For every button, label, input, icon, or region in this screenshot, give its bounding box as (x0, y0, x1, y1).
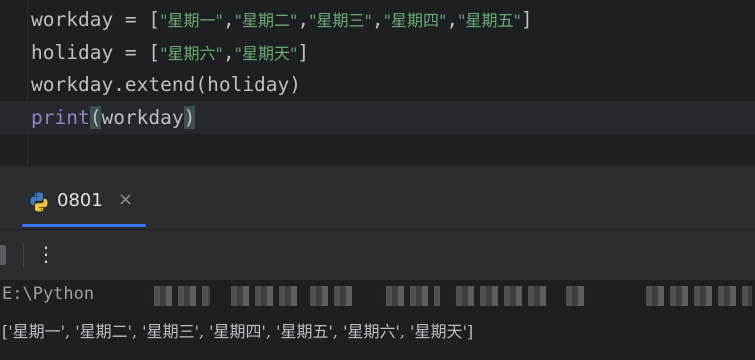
console-output-area[interactable]: E:\Python ['星期一', '星期二', '星期三', '星期四', '… (0, 280, 755, 360)
toolbar-separator (23, 243, 24, 267)
pixelated-region (225, 286, 297, 306)
code-editor[interactable]: workday = ["星期一","星期二","星期三","星期四","星期五"… (0, 0, 755, 166)
console-command-line-obscured: E:\Python (0, 282, 755, 308)
pixelated-region (640, 286, 752, 306)
pixelated-region (148, 286, 210, 306)
pixelated-region (304, 286, 352, 306)
code-line-4-text: print(workday) (31, 106, 196, 129)
tab-label: 0801 (57, 190, 103, 211)
more-options-icon[interactable]: ⋮ (36, 239, 56, 269)
code-line-4-current[interactable]: print(workday) (0, 101, 755, 134)
close-icon[interactable]: × (118, 189, 133, 210)
code-line-1-text: workday = ["星期一","星期二","星期三","星期四","星期五"… (31, 7, 533, 31)
code-line-2-text: holiday = ["星期六","星期天"] (31, 40, 310, 64)
console-toolbar: ⋮ (0, 230, 755, 280)
active-tab-indicator (22, 224, 146, 227)
run-tool-window: 0801 × ⋮ E:\Python ['星期一', '星期二', '星期三',… (0, 166, 755, 360)
run-tab-bar: 0801 × (0, 166, 755, 230)
code-line-3-text: workday.extend(holiday) (31, 73, 302, 96)
code-line-3[interactable]: workday.extend(holiday) (0, 68, 755, 101)
tab-run-0801[interactable]: 0801 × (22, 180, 146, 227)
console-output-line: ['星期一', '星期二', '星期三', '星期四', '星期五', '星期六… (2, 322, 474, 341)
python-icon (30, 192, 48, 212)
code-line-2[interactable]: holiday = ["星期六","星期天"] (0, 35, 755, 68)
pixelated-region (560, 286, 590, 306)
pixelated-region (380, 286, 440, 306)
pixelated-region (450, 286, 546, 306)
code-line-1[interactable]: workday = ["星期一","星期二","星期三","星期四","星期五"… (0, 2, 755, 35)
toolbar-collapsed-button[interactable] (0, 245, 6, 265)
command-path-partial: E:\Python (2, 284, 95, 304)
